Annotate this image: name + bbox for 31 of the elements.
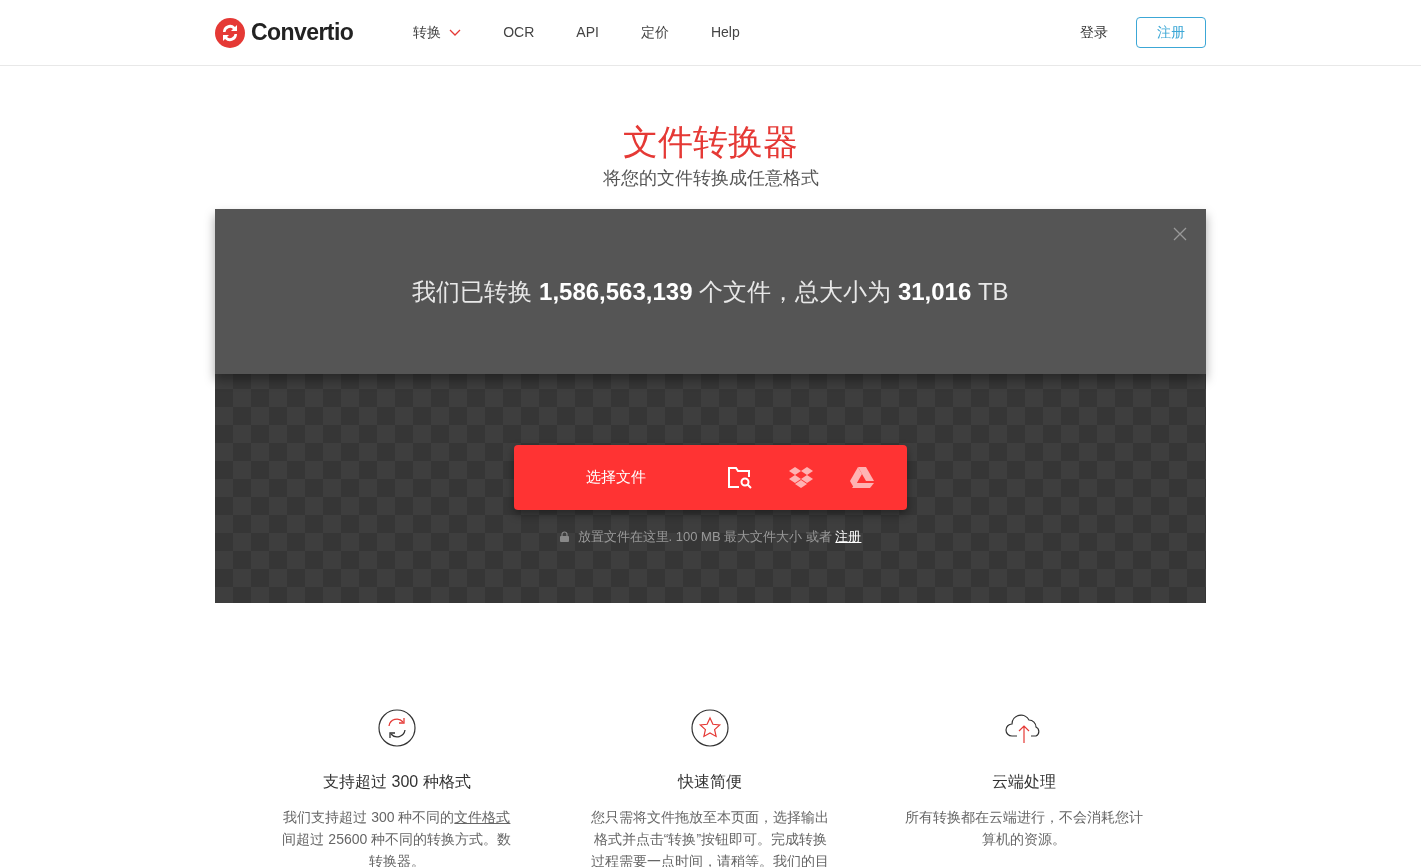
stats-text: 我们已转换 1,586,563,139 个文件，总大小为 31,016 TB <box>412 276 1009 307</box>
feature-text: 我们支持超过 300 种不同的文件格式 <box>283 808 511 827</box>
feature-text: 您只需将文件拖放至本页面，选择输出 <box>591 808 830 827</box>
feature-text: 间超过 25600 种不同的转换方式。数 <box>282 830 512 849</box>
feature-text: 算机的资源。 <box>982 830 1067 849</box>
feature-title: 云端处理 <box>992 772 1057 792</box>
refresh-icon <box>377 709 416 747</box>
feature-text: 格式并点击“转换”按钮即可。完成转换 <box>593 830 828 849</box>
login-link[interactable]: 登录 <box>1080 22 1108 43</box>
nav-link[interactable]: 定价 <box>640 22 669 43</box>
nav-link[interactable]: Help <box>710 22 740 43</box>
format-link[interactable]: 文件格式 <box>454 809 511 825</box>
nav-link[interactable]: API <box>576 22 599 43</box>
lock-icon <box>559 531 569 543</box>
feature-title: 支持超过 300 种格式 <box>323 772 471 792</box>
drive-icon[interactable] <box>850 467 874 488</box>
choose-file-button[interactable]: 选择文件 <box>514 445 717 510</box>
feature-text: 所有转换都在云端进行，不会消耗您计 <box>905 808 1144 827</box>
feature-title: 快速简便 <box>678 772 743 792</box>
signup-link[interactable]: 注册 <box>835 529 862 544</box>
folder-search-icon[interactable] <box>727 465 753 490</box>
logo-icon <box>215 17 245 48</box>
drop-hint: 放置文件在这里. 100 MB 最大文件大小 或者 注册 <box>577 528 862 546</box>
nav-link[interactable]: 转换 <box>413 22 462 43</box>
logo-text[interactable]: Convertio <box>251 15 354 50</box>
page-subtitle: 将您的文件转换成任意格式 <box>602 167 819 190</box>
page-title: 文件转换器 <box>623 121 798 163</box>
chevron-down-icon <box>449 28 462 37</box>
close-icon[interactable] <box>1173 227 1187 241</box>
dropbox-icon[interactable] <box>788 466 814 489</box>
nav-link[interactable]: OCR <box>503 22 535 43</box>
